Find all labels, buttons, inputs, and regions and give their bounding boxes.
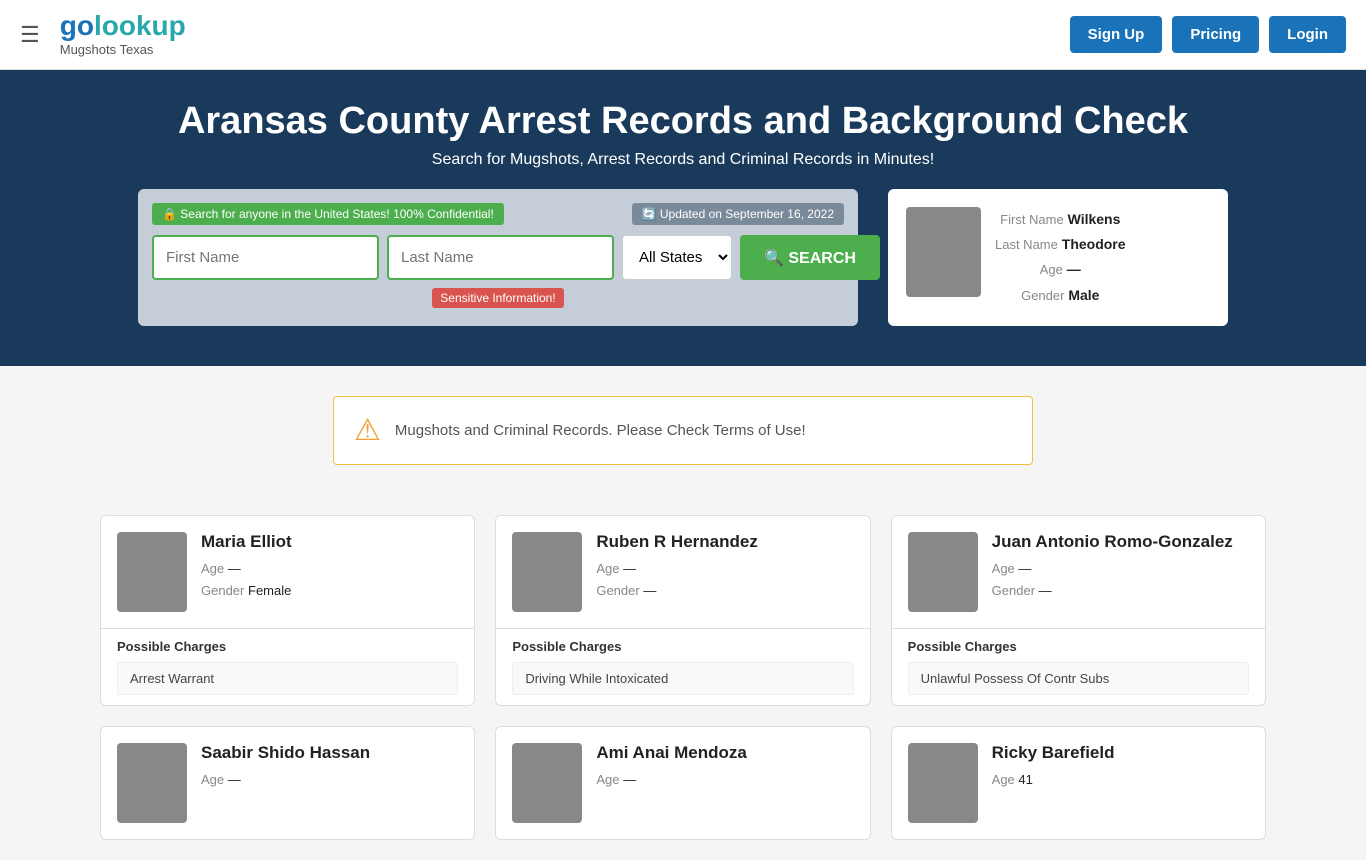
person-info: Saabir Shido Hassan Age —	[201, 743, 370, 791]
person-info: Ami Anai Mendoza Age —	[596, 743, 747, 791]
profile-firstname: First Name Wilkens	[995, 207, 1126, 232]
firstname-label: First Name	[1000, 212, 1064, 227]
person-age: Age —	[596, 769, 747, 791]
person-photo	[117, 743, 187, 823]
charges-title: Possible Charges	[512, 639, 853, 654]
person-age: Age —	[201, 769, 370, 791]
person-info: Maria Elliot Age — Gender Female	[201, 532, 292, 602]
person-age: Age 41	[992, 769, 1115, 791]
profile-card-hero: First Name Wilkens Last Name Theodore Ag…	[888, 189, 1228, 326]
warning-icon: ⚠	[354, 413, 381, 448]
logo-area: golookup Mugshots Texas	[60, 12, 186, 57]
person-card-top: Maria Elliot Age — Gender Female	[101, 516, 474, 628]
signup-button[interactable]: Sign Up	[1070, 16, 1163, 53]
person-photo	[908, 743, 978, 823]
person-photo	[512, 743, 582, 823]
person-name: Maria Elliot	[201, 532, 292, 552]
profile-info: First Name Wilkens Last Name Theodore Ag…	[995, 207, 1126, 308]
first-name-input[interactable]	[152, 235, 379, 280]
person-card: Ricky Barefield Age 41	[891, 726, 1266, 840]
page-title: Aransas County Arrest Records and Backgr…	[20, 100, 1346, 143]
person-info: Ricky Barefield Age 41	[992, 743, 1115, 791]
person-photo	[117, 532, 187, 612]
profile-lastname: Last Name Theodore	[995, 232, 1126, 257]
hero-section: Aransas County Arrest Records and Backgr…	[0, 70, 1366, 366]
gender-label: Gender	[1021, 288, 1064, 303]
login-button[interactable]: Login	[1269, 16, 1346, 53]
hero-subtitle: Search for Mugshots, Arrest Records and …	[20, 151, 1346, 169]
person-name: Saabir Shido Hassan	[201, 743, 370, 763]
charges-title: Possible Charges	[117, 639, 458, 654]
charge-item: Driving While Intoxicated	[512, 662, 853, 695]
header-nav: Sign Up Pricing Login	[1070, 16, 1346, 53]
charge-item: Arrest Warrant	[117, 662, 458, 695]
charges-section: Possible Charges Arrest Warrant	[101, 628, 474, 705]
person-gender: Gender Female	[201, 580, 292, 602]
header: ☰ golookup Mugshots Texas Sign Up Pricin…	[0, 0, 1366, 70]
age-value: —	[1067, 261, 1081, 277]
person-name: Ruben R Hernandez	[596, 532, 758, 552]
charges-section: Possible Charges Unlawful Possess Of Con…	[892, 628, 1265, 705]
menu-icon[interactable]: ☰	[20, 22, 40, 48]
person-card-top: Ricky Barefield Age 41	[892, 727, 1265, 839]
cards-section: Maria Elliot Age — Gender Female Possibl…	[0, 495, 1366, 860]
cards-grid: Maria Elliot Age — Gender Female Possibl…	[100, 515, 1266, 840]
gender-value: Male	[1068, 287, 1099, 303]
search-box-top: 🔒 Search for anyone in the United States…	[152, 203, 844, 225]
person-card-top: Ami Anai Mendoza Age —	[496, 727, 869, 839]
person-card-top: Juan Antonio Romo-Gonzalez Age — Gender …	[892, 516, 1265, 628]
search-inputs: All States Alabama Texas 🔍 SEARCH	[152, 235, 844, 280]
warning-bar: ⚠ Mugshots and Criminal Records. Please …	[333, 396, 1033, 465]
person-card-top: Saabir Shido Hassan Age —	[101, 727, 474, 839]
sensitive-badge: Sensitive Information!	[432, 288, 563, 308]
person-info: Ruben R Hernandez Age — Gender —	[596, 532, 758, 602]
profile-age: Age —	[995, 257, 1126, 282]
logo-lookup: lookup	[94, 10, 186, 41]
logo-go: go	[60, 10, 94, 41]
person-gender: Gender —	[596, 580, 758, 602]
state-select[interactable]: All States Alabama Texas	[622, 235, 732, 280]
lastname-label: Last Name	[995, 237, 1058, 252]
person-age: Age —	[596, 558, 758, 580]
person-info: Juan Antonio Romo-Gonzalez Age — Gender …	[992, 532, 1233, 602]
person-gender: Gender —	[992, 580, 1233, 602]
profile-photo	[906, 207, 981, 297]
search-box: 🔒 Search for anyone in the United States…	[138, 189, 858, 326]
search-button[interactable]: 🔍 SEARCH	[740, 235, 880, 280]
lastname-value: Theodore	[1062, 236, 1126, 252]
person-card: Ruben R Hernandez Age — Gender — Possibl…	[495, 515, 870, 706]
last-name-input[interactable]	[387, 235, 614, 280]
person-card: Ami Anai Mendoza Age —	[495, 726, 870, 840]
profile-gender: Gender Male	[995, 283, 1126, 308]
confidential-badge: 🔒 Search for anyone in the United States…	[152, 203, 504, 225]
person-name: Ricky Barefield	[992, 743, 1115, 763]
person-photo	[908, 532, 978, 612]
search-section: 🔒 Search for anyone in the United States…	[20, 189, 1346, 346]
logo-subtitle: Mugshots Texas	[60, 42, 154, 57]
charges-title: Possible Charges	[908, 639, 1249, 654]
person-age: Age —	[201, 558, 292, 580]
person-name: Juan Antonio Romo-Gonzalez	[992, 532, 1233, 552]
warning-text: Mugshots and Criminal Records. Please Ch…	[395, 422, 806, 439]
firstname-value: Wilkens	[1068, 211, 1121, 227]
person-name: Ami Anai Mendoza	[596, 743, 747, 763]
person-card: Juan Antonio Romo-Gonzalez Age — Gender …	[891, 515, 1266, 706]
updated-badge: 🔄 Updated on September 16, 2022	[632, 203, 844, 225]
charge-item: Unlawful Possess Of Contr Subs	[908, 662, 1249, 695]
person-card-top: Ruben R Hernandez Age — Gender —	[496, 516, 869, 628]
charges-section: Possible Charges Driving While Intoxicat…	[496, 628, 869, 705]
person-photo	[512, 532, 582, 612]
pricing-button[interactable]: Pricing	[1172, 16, 1259, 53]
person-age: Age —	[992, 558, 1233, 580]
person-card: Maria Elliot Age — Gender Female Possibl…	[100, 515, 475, 706]
logo[interactable]: golookup	[60, 12, 186, 40]
age-label: Age	[1040, 262, 1063, 277]
person-card: Saabir Shido Hassan Age —	[100, 726, 475, 840]
